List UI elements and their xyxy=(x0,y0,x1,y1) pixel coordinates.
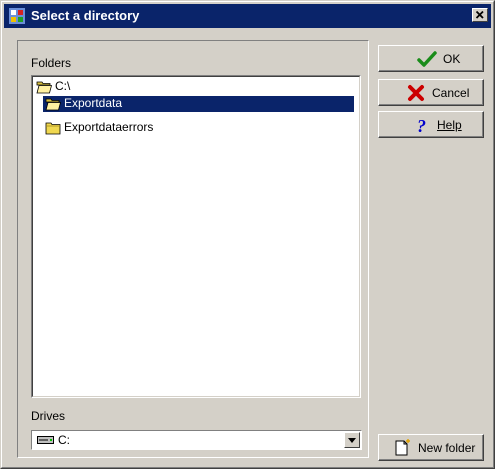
close-icon xyxy=(475,10,484,19)
drive-icon xyxy=(37,436,54,444)
help-label: Help xyxy=(437,118,462,132)
new-folder-icon xyxy=(395,439,410,456)
folders-label: Folders xyxy=(31,56,72,70)
help-question-icon: ? xyxy=(417,116,426,134)
checkmark-icon xyxy=(417,51,437,67)
folder-item-exportdataerrors[interactable]: Exportdataerrors xyxy=(34,119,354,136)
folder-label: Exportdata xyxy=(64,96,123,110)
folder-tree[interactable]: C:\ Exportdata Exportdataerrors xyxy=(31,75,361,398)
app-icon xyxy=(9,8,25,24)
new-folder-button[interactable]: New folder xyxy=(378,434,484,461)
drives-label: Drives xyxy=(31,409,66,423)
select-directory-dialog: Select a directory Folders C:\ Exportdat… xyxy=(0,0,495,469)
dropdown-arrow-button[interactable] xyxy=(344,432,360,448)
open-folder-icon xyxy=(36,81,52,94)
folder-label: C:\ xyxy=(55,79,71,93)
ok-label: OK xyxy=(443,52,461,66)
folder-icon xyxy=(45,122,61,135)
drives-dropdown[interactable]: C: xyxy=(31,430,362,450)
new-folder-label: New folder xyxy=(418,441,476,455)
svg-text:?: ? xyxy=(417,116,426,134)
cancel-x-icon xyxy=(408,85,424,101)
folder-item-exportdata[interactable]: Exportdata xyxy=(34,95,354,112)
open-folder-icon xyxy=(45,98,61,111)
folder-item-root[interactable]: C:\ xyxy=(34,78,354,95)
drives-selected-value: C: xyxy=(58,433,70,447)
cancel-button[interactable]: Cancel xyxy=(378,79,484,106)
title-bar[interactable]: Select a directory xyxy=(4,4,491,28)
cancel-label: Cancel xyxy=(432,86,470,100)
help-button[interactable]: ? Help xyxy=(378,111,484,138)
chevron-down-icon xyxy=(348,438,356,443)
close-button[interactable] xyxy=(472,8,488,22)
window-title: Select a directory xyxy=(31,8,140,23)
ok-button[interactable]: OK xyxy=(378,45,484,72)
folder-label: Exportdataerrors xyxy=(64,120,154,134)
